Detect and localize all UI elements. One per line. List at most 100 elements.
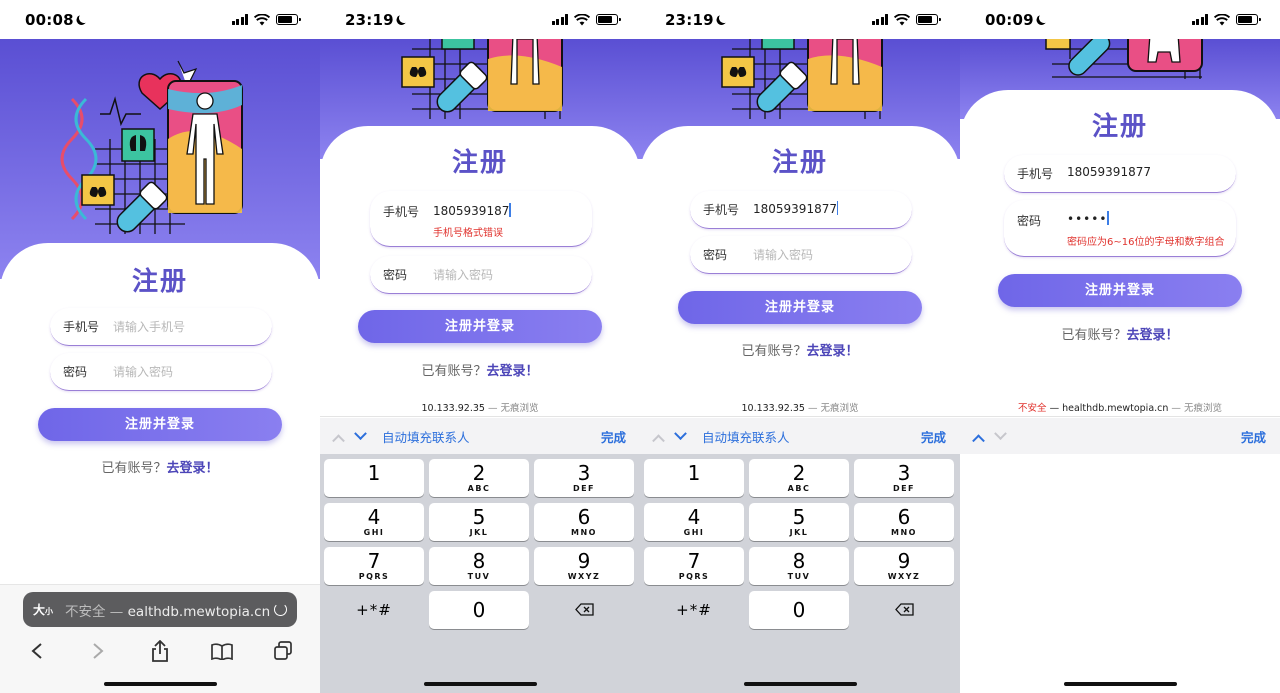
phone-input[interactable]: 18059391877 bbox=[753, 201, 839, 216]
key-4[interactable]: 4 GHI bbox=[644, 503, 744, 541]
page-title: 注册 bbox=[451, 148, 508, 178]
key-9[interactable]: 9 WXYZ bbox=[854, 547, 954, 585]
previous-field-icon[interactable] bbox=[652, 433, 665, 447]
autofill-contact-button[interactable]: 自动填充联系人 bbox=[702, 427, 790, 446]
password-field[interactable]: 密码 请输入密码 bbox=[50, 353, 272, 391]
key-2[interactable]: 2 ABC bbox=[749, 459, 849, 497]
key-5[interactable]: 5 JKL bbox=[749, 503, 849, 541]
password-input[interactable]: 请输入密码 bbox=[113, 363, 173, 380]
key-0[interactable]: 0 bbox=[429, 591, 529, 629]
phone-input[interactable]: 1805939187 bbox=[433, 203, 511, 218]
phone-field[interactable]: 手机号 1805939187 手机号格式错误 bbox=[370, 191, 592, 247]
done-button[interactable]: 完成 bbox=[601, 427, 626, 446]
phone-label: 手机号 bbox=[383, 205, 420, 219]
key-8[interactable]: 8 TUV bbox=[429, 547, 529, 585]
forward-icon[interactable] bbox=[84, 637, 112, 665]
key-letters: ABC bbox=[467, 484, 491, 493]
password-input[interactable]: 请输入密码 bbox=[753, 246, 813, 263]
compact-address-bar[interactable]: 10.133.92.35 — 无痕浏览 bbox=[320, 400, 640, 417]
url-domain: ealthdb.mewtopia.cn bbox=[127, 603, 271, 620]
key-1[interactable]: 1 bbox=[644, 459, 744, 497]
password-label: 密码 bbox=[63, 365, 88, 379]
wifi-icon bbox=[1214, 13, 1230, 25]
next-field-icon[interactable] bbox=[354, 426, 367, 440]
phone-input[interactable]: 请输入手机号 bbox=[113, 318, 185, 335]
key-5[interactable]: 5 JKL bbox=[429, 503, 529, 541]
back-icon[interactable] bbox=[23, 637, 51, 665]
register-card: 注册 手机号 1805939187 手机号格式错误 密码 请输入密码 注册并登录… bbox=[320, 126, 640, 400]
share-icon[interactable] bbox=[146, 637, 174, 665]
done-button[interactable]: 完成 bbox=[1241, 427, 1266, 446]
password-field[interactable]: 密码 ••••• 密码应为6~16位的字母和数字组合 bbox=[1004, 200, 1236, 257]
key-1[interactable]: 1 bbox=[324, 459, 424, 497]
url-domain: — healthdb.mewtopia.cn bbox=[1046, 403, 1169, 414]
key-digit: 3 bbox=[897, 461, 911, 485]
has-account-text: 已有账号？ bbox=[1061, 328, 1127, 343]
text-size-button[interactable]: 大小 bbox=[33, 601, 53, 618]
key-letters: JKL bbox=[469, 528, 489, 537]
tabs-icon[interactable] bbox=[269, 637, 297, 665]
password-input[interactable]: ••••• bbox=[1067, 211, 1109, 226]
cellular-signal-icon bbox=[231, 14, 248, 25]
key-digit: 5 bbox=[792, 505, 806, 529]
register-card: 注册 手机号 请输入手机号 密码 请输入密码 注册并登录 已有账号？去登录！ bbox=[0, 243, 320, 584]
done-button[interactable]: 完成 bbox=[921, 427, 946, 446]
go-login-link[interactable]: 去登录！ bbox=[167, 461, 219, 476]
key-letters: TUV bbox=[787, 572, 811, 581]
address-bar[interactable]: 大小 不安全 — ealthdb.mewtopia.cn bbox=[23, 592, 297, 627]
key-6[interactable]: 6 MNO bbox=[534, 503, 634, 541]
password-field[interactable]: 密码 请输入密码 bbox=[370, 256, 592, 294]
register-login-button[interactable]: 注册并登录 bbox=[38, 408, 282, 441]
go-login-link[interactable]: 去登录！ bbox=[487, 364, 539, 379]
previous-field-icon[interactable] bbox=[332, 433, 345, 447]
register-login-button[interactable]: 注册并登录 bbox=[358, 310, 602, 343]
next-field-icon[interactable] bbox=[674, 426, 687, 440]
go-login-link[interactable]: 去登录！ bbox=[807, 344, 859, 359]
key-6[interactable]: 6 MNO bbox=[854, 503, 954, 541]
previous-field-icon[interactable] bbox=[972, 433, 985, 447]
phone-field[interactable]: 手机号 18059391877 bbox=[690, 191, 912, 229]
go-login-link[interactable]: 去登录！ bbox=[1127, 328, 1179, 343]
key-backspace[interactable] bbox=[534, 591, 634, 629]
key-digit: 7 bbox=[687, 549, 701, 573]
password-field[interactable]: 密码 请输入密码 bbox=[690, 236, 912, 274]
key-digit: 1 bbox=[367, 461, 381, 485]
compact-address-bar[interactable]: 不安全 — healthdb.mewtopia.cn — 无痕浏览 bbox=[960, 400, 1280, 417]
compact-address-bar[interactable]: 10.133.92.35 — 无痕浏览 bbox=[640, 400, 960, 417]
password-input[interactable]: 请输入密码 bbox=[433, 266, 493, 283]
key-letters: WXYZ bbox=[567, 572, 601, 581]
register-login-button[interactable]: 注册并登录 bbox=[678, 291, 922, 324]
phone-field[interactable]: 手机号 18059391877 bbox=[1004, 155, 1236, 193]
key-7[interactable]: 7 PQRS bbox=[324, 547, 424, 585]
key-letters: GHI bbox=[363, 528, 385, 537]
key-digit: 8 bbox=[792, 549, 806, 573]
key-7[interactable]: 7 PQRS bbox=[644, 547, 744, 585]
page-title: 注册 bbox=[771, 148, 828, 178]
key-8[interactable]: 8 TUV bbox=[749, 547, 849, 585]
key-0[interactable]: 0 bbox=[749, 591, 849, 629]
battery-icon bbox=[596, 14, 621, 25]
key-3[interactable]: 3 DEF bbox=[854, 459, 954, 497]
phone-field[interactable]: 手机号 请输入手机号 bbox=[50, 308, 272, 346]
moon-icon bbox=[78, 12, 91, 25]
reload-icon[interactable] bbox=[274, 603, 287, 616]
key-digit: 6 bbox=[897, 505, 911, 529]
next-field-icon[interactable] bbox=[994, 426, 1007, 440]
key-symbols[interactable]: +*# bbox=[324, 591, 424, 629]
key-3[interactable]: 3 DEF bbox=[534, 459, 634, 497]
key-9[interactable]: 9 WXYZ bbox=[534, 547, 634, 585]
private-label: — 无痕浏览 bbox=[484, 403, 539, 414]
autofill-contact-button[interactable]: 自动填充联系人 bbox=[382, 427, 470, 446]
text-size-big: 大 bbox=[33, 603, 46, 617]
page-title: 注册 bbox=[131, 267, 188, 297]
key-symbols[interactable]: +*# bbox=[644, 591, 744, 629]
phone-input[interactable]: 18059391877 bbox=[1067, 165, 1151, 179]
key-4[interactable]: 4 GHI bbox=[324, 503, 424, 541]
register-login-button[interactable]: 注册并登录 bbox=[998, 274, 1242, 307]
key-backspace[interactable] bbox=[854, 591, 954, 629]
bookmarks-icon[interactable] bbox=[208, 637, 236, 665]
key-letters: DEF bbox=[572, 484, 596, 493]
key-2[interactable]: 2 ABC bbox=[429, 459, 529, 497]
phone-value: 18059391877 bbox=[753, 202, 837, 216]
phone-value: 1805939187 bbox=[433, 204, 510, 218]
